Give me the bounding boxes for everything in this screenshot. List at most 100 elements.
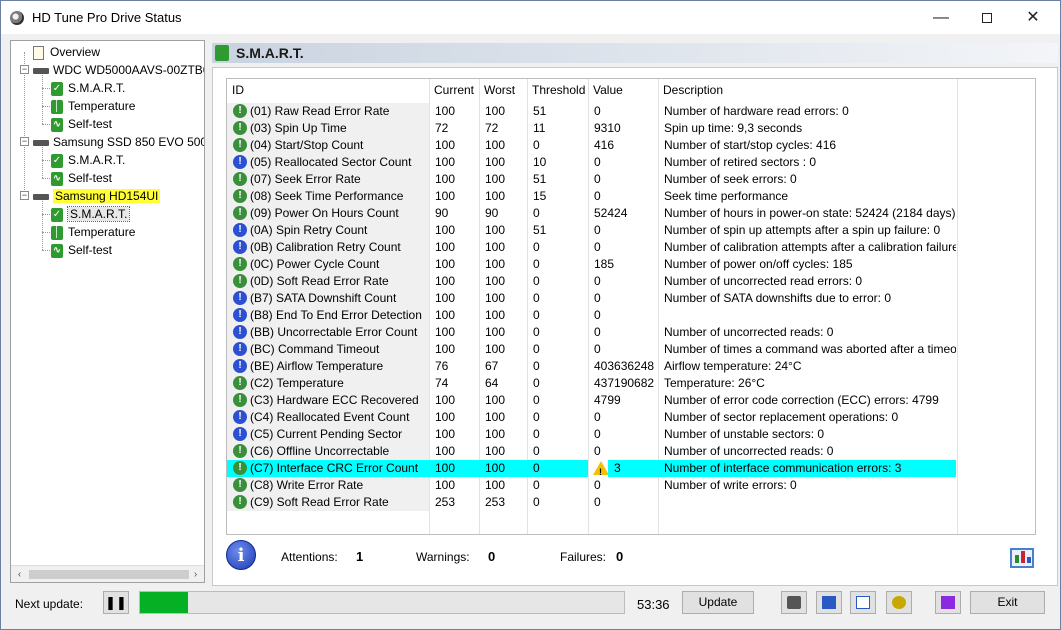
- update-button[interactable]: Update: [682, 591, 754, 614]
- table-row[interactable]: ! (C3) Hardware ECC Recovered 100 100 0 4799 N…: [227, 392, 1035, 409]
- column-header-id[interactable]: ID: [227, 79, 429, 101]
- tree-drive-0[interactable]: WDC WD5000AAVS-00ZTB0: [33, 61, 204, 79]
- table-row[interactable]: ! (0A) Spin Retry Count 100 100 51 0 Number of…: [227, 222, 1035, 239]
- cell-current: 100: [435, 444, 456, 458]
- tree-item-smart[interactable]: ✓ S.M.A.R.T.: [51, 151, 125, 169]
- maximize-button[interactable]: [964, 1, 1010, 34]
- table-row[interactable]: ! (C2) Temperature 74 64 0 437190682 Temperatu…: [227, 375, 1035, 392]
- smart-table[interactable]: ID Current Worst Threshold Value Description!…: [226, 78, 1036, 535]
- table-row[interactable]: ! (0D) Soft Read Error Rate 100 100 0 0 Number…: [227, 273, 1035, 290]
- minimize-button[interactable]: —: [918, 1, 964, 34]
- tree-item-label: Temperature: [68, 225, 136, 239]
- save-button[interactable]: [816, 591, 842, 614]
- cell-threshold: 0: [533, 410, 540, 424]
- scrollbar-thumb[interactable]: [29, 570, 189, 579]
- tree-expander[interactable]: −: [20, 137, 29, 146]
- table-row[interactable]: ! (BB) Uncorrectable Error Count 100 100 0 0 N…: [227, 324, 1035, 341]
- tree-expander[interactable]: −: [20, 191, 29, 200]
- tree-item-temperature[interactable]: │ Temperature: [51, 97, 135, 115]
- cell-current: 76: [435, 359, 449, 373]
- tree-item-label: Self-test: [68, 117, 113, 131]
- tree-drive-1[interactable]: Samsung SSD 850 EVO 500G: [33, 133, 204, 151]
- download-button[interactable]: [935, 591, 961, 614]
- cell-desc: Number of hours in power-on state: 52424…: [664, 206, 956, 220]
- info-status-icon: !: [233, 223, 247, 237]
- app-window: HD Tune Pro Drive Status — ✕ ‹ › Overvie…: [0, 0, 1061, 630]
- attribute-name: (0A) Spin Retry Count: [250, 223, 368, 237]
- cell-desc: Number of retired sectors : 0: [664, 155, 817, 169]
- panel-title: S.M.A.R.T.: [236, 45, 304, 61]
- table-row[interactable]: ! (07) Seek Error Rate 100 100 51 0 Number of …: [227, 171, 1035, 188]
- pause-button[interactable]: ❚❚: [103, 591, 129, 614]
- warnings-count: 0: [488, 549, 496, 564]
- tree-item-smart[interactable]: ✓ S.M.A.R.T.: [51, 205, 131, 223]
- table-row[interactable]: ! (0C) Power Cycle Count 100 100 0 185 Number …: [227, 256, 1035, 273]
- table-row[interactable]: ! (C8) Write Error Rate 100 100 0 0 Number of …: [227, 477, 1035, 494]
- cell-value: 437190682: [594, 376, 655, 390]
- drive-tree[interactable]: ‹ › Overview − WDC WD5000AAVS-00ZTB0 ✓ S.M.A…: [10, 40, 205, 583]
- table-row[interactable]: ! (C9) Soft Read Error Rate 253 253 0 0: [227, 494, 1035, 511]
- table-row[interactable]: ! (BC) Command Timeout 100 100 0 0 Number of t…: [227, 341, 1035, 358]
- column-header-current[interactable]: Current: [429, 79, 479, 101]
- tree-item-overview[interactable]: Overview: [33, 43, 100, 61]
- cell-value: 403636248: [594, 359, 655, 373]
- table-row[interactable]: ! (BE) Airflow Temperature 76 67 0 403636248 A…: [227, 358, 1035, 375]
- screenshot-button[interactable]: [781, 591, 807, 614]
- tree-item-selftest[interactable]: ∿ Self-test: [51, 169, 112, 187]
- copy-button[interactable]: [850, 591, 876, 614]
- scroll-left-arrow-icon[interactable]: ‹: [11, 566, 28, 582]
- cell-current: 100: [435, 274, 456, 288]
- cell-threshold: 51: [533, 223, 547, 237]
- table-row[interactable]: ! (04) Start/Stop Count 100 100 0 416 Number o…: [227, 137, 1035, 154]
- tree-item-label: Self-test: [68, 171, 113, 185]
- table-row[interactable]: ! (05) Reallocated Sector Count 100 100 10 0 N…: [227, 154, 1035, 171]
- column-header-value[interactable]: Value: [588, 79, 658, 101]
- table-row[interactable]: ! (C4) Reallocated Event Count 100 100 0 0 Num…: [227, 409, 1035, 426]
- tree-item-selftest[interactable]: ∿ Self-test: [51, 241, 112, 259]
- column-header-worst[interactable]: Worst: [479, 79, 527, 101]
- tree-drive-2[interactable]: Samsung HD154UI: [33, 187, 161, 205]
- table-row[interactable]: ! (01) Raw Read Error Rate 100 100 51 0 Number…: [227, 103, 1035, 120]
- table-row[interactable]: ! (09) Power On Hours Count 90 90 0 52424 Numb…: [227, 205, 1035, 222]
- tree-item-temperature[interactable]: │ Temperature: [51, 223, 135, 241]
- cell-worst: 100: [485, 223, 506, 237]
- attribute-name: (B8) End To End Error Detection: [250, 308, 422, 322]
- table-row[interactable]: ! (08) Seek Time Performance 100 100 15 0 Seek…: [227, 188, 1035, 205]
- column-header-desc[interactable]: Description: [658, 79, 957, 101]
- cell-value: 0: [594, 240, 601, 254]
- column-header-threshold[interactable]: Threshold: [527, 79, 588, 101]
- attribute-name: (C4) Reallocated Event Count: [250, 410, 410, 424]
- close-button[interactable]: ✕: [1010, 1, 1056, 34]
- cell-desc: Number of uncorrected read errors: 0: [664, 274, 863, 288]
- hard-drive-icon: [33, 139, 49, 146]
- cell-value: 0: [594, 223, 601, 237]
- thermometer-icon: │: [51, 99, 63, 114]
- table-row[interactable]: ! (C6) Offline Uncorrectable 100 100 0 0 Numbe…: [227, 443, 1035, 460]
- tree-connector: [42, 147, 43, 178]
- cell-id: ! (B7) SATA Downshift Count: [227, 290, 429, 307]
- tree-item-selftest[interactable]: ∿ Self-test: [51, 115, 112, 133]
- cell-desc: Airflow temperature: 24°C: [664, 359, 802, 373]
- options-button[interactable]: [886, 591, 912, 614]
- table-row[interactable]: ! (B7) SATA Downshift Count 100 100 0 0 Number…: [227, 290, 1035, 307]
- tree-item-smart[interactable]: ✓ S.M.A.R.T.: [51, 79, 125, 97]
- bottom-bar: Next update: ❚❚ 53:36 Update Exit: [1, 589, 1060, 629]
- ok-status-icon: !: [233, 376, 247, 390]
- cell-worst: 100: [485, 138, 506, 152]
- table-row[interactable]: ! (03) Spin Up Time 72 72 11 9310 Spin up time…: [227, 120, 1035, 137]
- cell-worst: 100: [485, 444, 506, 458]
- exit-button[interactable]: Exit: [970, 591, 1045, 614]
- attribute-name: (05) Reallocated Sector Count: [250, 155, 412, 169]
- chart-view-button[interactable]: [1010, 548, 1034, 568]
- scroll-right-arrow-icon[interactable]: ›: [187, 566, 204, 582]
- cell-threshold: 10: [533, 155, 547, 169]
- cell-worst: 90: [485, 206, 499, 220]
- table-row[interactable]: ! (0B) Calibration Retry Count 100 100 0 0 Num…: [227, 239, 1035, 256]
- cell-desc: Number of power on/off cycles: 185: [664, 257, 853, 271]
- tree-horizontal-scrollbar[interactable]: ‹ ›: [11, 565, 204, 582]
- self-test-icon: ∿: [51, 243, 63, 258]
- table-row[interactable]: ! (C7) Interface CRC Error Count 100 100 0! 3…: [227, 460, 1035, 477]
- table-row[interactable]: ! (B8) End To End Error Detection 100 100 0 0: [227, 307, 1035, 324]
- tree-expander[interactable]: −: [20, 65, 29, 74]
- table-row[interactable]: ! (C5) Current Pending Sector 100 100 0 0 Numb…: [227, 426, 1035, 443]
